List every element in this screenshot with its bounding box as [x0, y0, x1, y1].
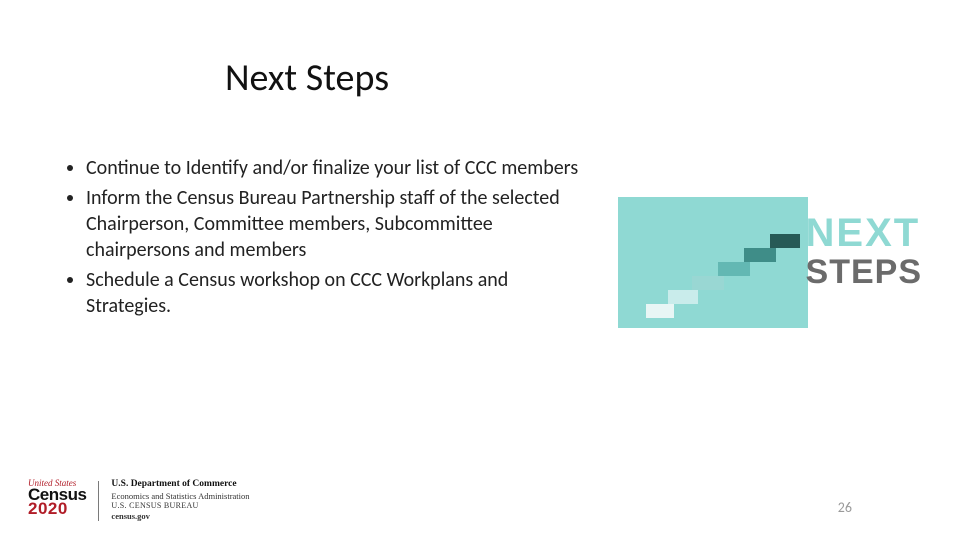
stairs-icon	[692, 276, 724, 290]
dept-of-commerce-text: U.S. Department of Commerce Economics an…	[111, 479, 249, 522]
bullet-item: Continue to Identify and/or finalize you…	[86, 155, 580, 181]
stairs-icon	[744, 248, 776, 262]
stairs-icon	[646, 304, 674, 318]
footer-divider	[98, 481, 99, 521]
stairs-icon	[770, 234, 800, 248]
graphic-word-next: NEXT	[806, 213, 922, 253]
next-steps-graphic: NEXT STEPS	[618, 185, 930, 340]
graphic-word-steps: STEPS	[806, 255, 922, 289]
dept-line: U.S. CENSUS BUREAU	[111, 501, 249, 511]
footer-lockup: United States Census 2020 U.S. Departmen…	[28, 479, 250, 522]
body-text: Continue to Identify and/or finalize you…	[60, 155, 580, 323]
census-2020-logo: United States Census 2020	[28, 479, 86, 517]
bullet-item: Schedule a Census workshop on CCC Workpl…	[86, 267, 580, 319]
bullet-item: Inform the Census Bureau Partnership sta…	[86, 185, 580, 263]
stairs-icon	[718, 262, 750, 276]
bullet-list: Continue to Identify and/or finalize you…	[60, 155, 580, 319]
logo-2020: 2020	[28, 500, 68, 517]
dept-line: U.S. Department of Commerce	[111, 479, 249, 491]
dept-line: Economics and Statistics Administration	[111, 491, 249, 502]
slide-title: Next Steps	[225, 55, 389, 101]
graphic-background	[618, 197, 808, 328]
stairs-icon	[668, 290, 698, 304]
graphic-text: NEXT STEPS	[806, 213, 922, 289]
dept-line: census.gov	[111, 511, 249, 522]
page-number: 26	[838, 499, 852, 516]
